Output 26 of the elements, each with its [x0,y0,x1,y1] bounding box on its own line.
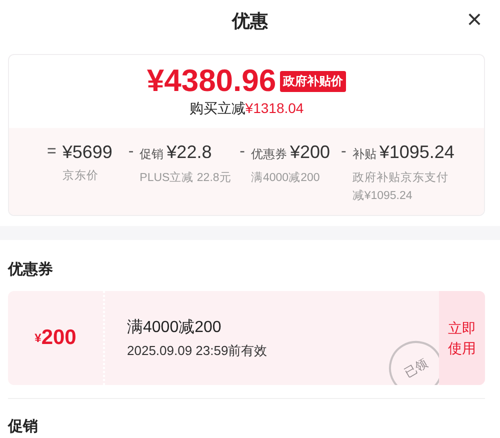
operator-sign: - [238,142,246,162]
breakdown-label: 优惠券 [251,146,287,163]
breakdown-note: PLUS立减 22.8元 [140,170,232,186]
breakdown-amount: ¥200 [290,141,330,164]
use-now-button[interactable]: 立即使用 [439,291,485,385]
coupon-validity: 2025.09.09 23:59前有效 [127,342,268,360]
saving-text: 购买立减¥1318.04 [189,100,304,118]
breakdown-amount: ¥1095.24 [379,141,454,164]
operator-sign: - [340,142,348,162]
breakdown-note: 政府补贴京东支付减¥1095.24 [352,170,450,204]
section-heading: 优惠券 [8,260,54,280]
dialog-title: 优惠 [232,10,268,33]
breakdown-note: 满4000减200 [251,170,321,186]
breakdown-note: 京东价 [62,168,100,184]
close-button[interactable]: × [462,4,486,34]
breakdown-label: 补贴 [352,146,376,163]
subsidy-tag: 政府补贴价 [280,70,346,92]
operator-sign: - [127,142,135,162]
coupon-condition: 满4000减200 [127,318,222,338]
coupon-value: ¥200 [8,291,105,385]
breakdown-label: 促销 [140,146,164,163]
breakdown-amount: ¥22.8 [166,141,212,164]
price: ¥4380.96 [146,63,276,99]
operator-sign: = [46,142,58,162]
breakdown-amount: ¥5699 [62,141,112,164]
section-heading: 促销 [8,417,39,436]
